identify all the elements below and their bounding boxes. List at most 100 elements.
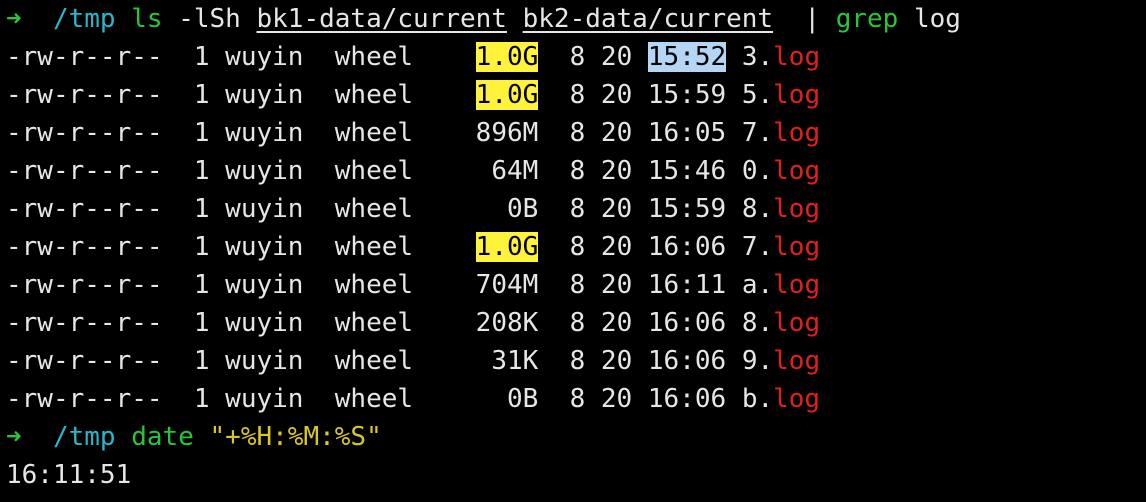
file-size: 64M (491, 156, 539, 186)
grep-match: log (773, 156, 821, 186)
owner-user: wuyin (225, 270, 304, 300)
ls-row: -rw-r--r-- 1 wuyin wheel 1.0G 8 20 15:59… (0, 76, 1146, 114)
link-count: 1 (193, 118, 210, 148)
owner-user: wuyin (225, 118, 304, 148)
file-name: 3. (741, 42, 774, 72)
mod-month: 8 (569, 346, 586, 376)
mod-day: 20 (600, 118, 633, 148)
link-count: 1 (193, 232, 210, 262)
mod-time: 16:06 (647, 384, 727, 414)
link-count: 1 (193, 42, 210, 72)
grep-match: log (773, 194, 821, 224)
file-name: 7. (741, 232, 774, 262)
mod-time: 15:59 (647, 194, 727, 224)
link-count: 1 (193, 156, 210, 186)
mod-day: 20 (600, 384, 633, 414)
prompt-cwd: /tmp (52, 422, 116, 452)
file-size: 1.0G (475, 80, 539, 110)
grep-match: log (773, 232, 821, 262)
owner-user: wuyin (225, 156, 304, 186)
link-count: 1 (193, 308, 210, 338)
command-line-ls: ➜ /tmp ls -lSh bk1-data/current bk2-data… (0, 0, 1146, 38)
command-name: ls (131, 4, 163, 34)
owner-user: wuyin (225, 42, 304, 72)
link-count: 1 (193, 346, 210, 376)
ls-row: -rw-r--r-- 1 wuyin wheel 208K 8 20 16:06… (0, 304, 1146, 342)
mod-time: 15:59 (647, 80, 727, 110)
file-size: 0B (506, 384, 539, 414)
command-flags: -lSh (178, 4, 241, 34)
prompt-arrow-icon: ➜ (6, 422, 22, 452)
owner-user: wuyin (225, 80, 304, 110)
ls-row: -rw-r--r-- 1 wuyin wheel 0B 8 20 16:06 b… (0, 380, 1146, 418)
file-permissions: -rw-r--r-- (6, 270, 163, 300)
file-permissions: -rw-r--r-- (6, 308, 163, 338)
owner-group: wheel (334, 156, 414, 186)
owner-group: wheel (334, 308, 414, 338)
mod-month: 8 (569, 232, 586, 262)
owner-group: wheel (334, 118, 414, 148)
file-name: b. (741, 384, 774, 414)
mod-time: 15:46 (647, 156, 727, 186)
ls-output: -rw-r--r-- 1 wuyin wheel 1.0G 8 20 15:52… (0, 38, 1146, 418)
file-permissions: -rw-r--r-- (6, 80, 163, 110)
owner-user: wuyin (225, 384, 304, 414)
mod-month: 8 (569, 42, 586, 72)
mod-time: 16:06 (647, 232, 727, 262)
owner-group: wheel (334, 42, 414, 72)
command-path-1: bk1-data/current (256, 4, 507, 34)
grep-match: log (773, 42, 821, 72)
mod-day: 20 (600, 80, 633, 110)
mod-time: 16:06 (647, 308, 727, 338)
owner-group: wheel (334, 384, 414, 414)
mod-day: 20 (600, 232, 633, 262)
owner-user: wuyin (225, 232, 304, 262)
file-name: 5. (741, 80, 774, 110)
mod-month: 8 (569, 194, 586, 224)
file-name: a. (741, 270, 774, 300)
file-size: 896M (475, 118, 539, 148)
pipe-symbol: | (804, 4, 821, 34)
file-name: 9. (741, 346, 774, 376)
link-count: 1 (193, 194, 210, 224)
file-permissions: -rw-r--r-- (6, 384, 163, 414)
file-permissions: -rw-r--r-- (6, 194, 163, 224)
mod-month: 8 (569, 156, 586, 186)
grep-command: grep (835, 4, 899, 34)
file-size: 704M (475, 270, 539, 300)
date-format-arg: "+%H:%M:%S" (209, 422, 382, 452)
mod-day: 20 (600, 42, 633, 72)
mod-day: 20 (600, 308, 633, 338)
ls-row: -rw-r--r-- 1 wuyin wheel 0B 8 20 15:59 8… (0, 190, 1146, 228)
ls-row: -rw-r--r-- 1 wuyin wheel 704M 8 20 16:11… (0, 266, 1146, 304)
link-count: 1 (193, 384, 210, 414)
mod-month: 8 (569, 308, 586, 338)
mod-month: 8 (569, 270, 586, 300)
file-permissions: -rw-r--r-- (6, 346, 163, 376)
file-permissions: -rw-r--r-- (6, 232, 163, 262)
file-name: 7. (741, 118, 774, 148)
mod-day: 20 (600, 194, 633, 224)
file-size: 1.0G (475, 232, 539, 262)
command-line-date: ➜ /tmp date "+%H:%M:%S" (0, 418, 1146, 456)
grep-match: log (773, 308, 821, 338)
prompt-cwd: /tmp (52, 4, 116, 34)
mod-day: 20 (600, 156, 633, 186)
owner-user: wuyin (225, 194, 304, 224)
owner-group: wheel (334, 194, 414, 224)
link-count: 1 (193, 80, 210, 110)
file-permissions: -rw-r--r-- (6, 156, 163, 186)
grep-match: log (773, 384, 821, 414)
terminal-window[interactable]: ➜ /tmp ls -lSh bk1-data/current bk2-data… (0, 0, 1146, 502)
mod-time: 16:06 (647, 346, 727, 376)
grep-match: log (773, 346, 821, 376)
mod-day: 20 (600, 346, 633, 376)
mod-month: 8 (569, 118, 586, 148)
file-size: 31K (491, 346, 539, 376)
grep-match: log (773, 80, 821, 110)
grep-match: log (773, 118, 821, 148)
ls-row: -rw-r--r-- 1 wuyin wheel 64M 8 20 15:46 … (0, 152, 1146, 190)
owner-group: wheel (334, 270, 414, 300)
mod-day: 20 (600, 270, 633, 300)
file-name: 8. (741, 308, 774, 338)
